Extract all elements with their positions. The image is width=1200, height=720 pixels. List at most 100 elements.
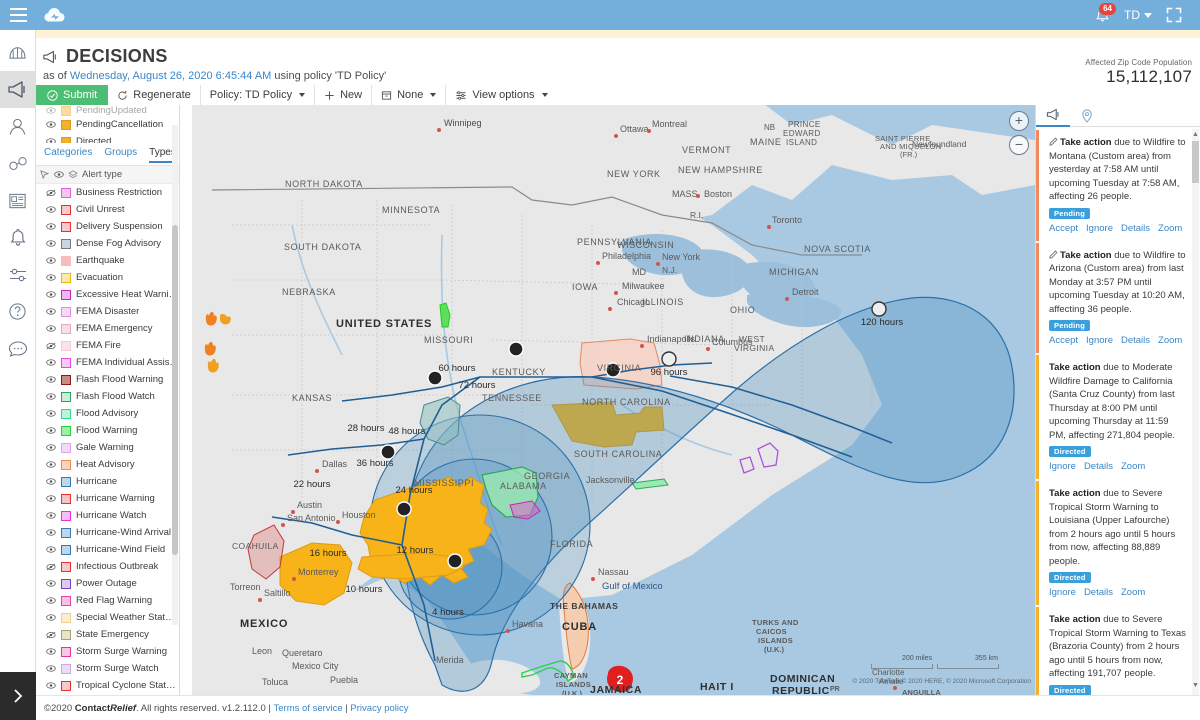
legend-item[interactable]: Hurricane-Wind Arrival: [36, 524, 179, 541]
eye-icon[interactable]: [46, 106, 56, 116]
legend-item[interactable]: Special Weather Statement: [36, 609, 179, 626]
map-canvas[interactable]: 2 4 hours 10 hours 12 hours 16 hours 22 …: [192, 105, 1035, 695]
decision-card[interactable]: Take action due to Wildfire to Montana (…: [1036, 130, 1200, 241]
action-zoom[interactable]: Zoom: [1121, 587, 1145, 598]
legend-item[interactable]: Power Outage: [36, 575, 179, 592]
decision-card[interactable]: Take action due to Severe Tropical Storm…: [1036, 481, 1200, 605]
legend-item[interactable]: Gale Warning: [36, 439, 179, 456]
eye-icon[interactable]: [46, 647, 56, 657]
decision-card[interactable]: Take action due to Wildfire to Arizona (…: [1036, 243, 1200, 354]
legend-tab-categories[interactable]: Categories: [44, 147, 92, 163]
rail-item-contacts[interactable]: [0, 108, 36, 145]
legend-group-header[interactable]: Alert type: [36, 166, 179, 184]
eye-icon[interactable]: [46, 137, 56, 144]
action-details[interactable]: Details: [1084, 587, 1113, 598]
eye-icon[interactable]: [46, 596, 56, 606]
action-ignore[interactable]: Ignore: [1086, 223, 1113, 234]
legend-item[interactable]: Flood Advisory: [36, 405, 179, 422]
fullscreen-button[interactable]: [1160, 2, 1188, 28]
eye-icon[interactable]: [46, 409, 56, 419]
zoom-out-button[interactable]: −: [1009, 135, 1029, 155]
rail-collapse-button[interactable]: [0, 672, 36, 720]
action-zoom[interactable]: Zoom: [1158, 223, 1182, 234]
eye-icon[interactable]: [46, 358, 56, 368]
eye-icon[interactable]: [46, 494, 56, 504]
eye-icon[interactable]: [46, 222, 56, 232]
eye-icon[interactable]: [46, 273, 56, 283]
legend-item[interactable]: Excessive Heat Warning: [36, 286, 179, 303]
eye-icon[interactable]: [46, 120, 56, 130]
rail-item-settings[interactable]: [0, 256, 36, 293]
rail-item-chat[interactable]: [0, 330, 36, 367]
terms-of-service-link[interactable]: Terms of service: [274, 703, 343, 714]
legend-item[interactable]: Flash Flood Watch: [36, 388, 179, 405]
submit-button[interactable]: Submit: [36, 85, 108, 105]
eye-off-icon[interactable]: [46, 188, 56, 198]
eye-icon[interactable]: [46, 579, 56, 589]
action-accept[interactable]: Accept: [1049, 335, 1078, 346]
legend-item[interactable]: Evacuation: [36, 269, 179, 286]
legend-item[interactable]: Dense Fog Advisory: [36, 235, 179, 252]
legend-item[interactable]: Tropical Cyclone Statement: [36, 677, 179, 694]
rail-item-connections[interactable]: [0, 145, 36, 182]
legend-item[interactable]: Hurricane-Wind Field: [36, 541, 179, 558]
action-details[interactable]: Details: [1121, 335, 1150, 346]
eye-icon[interactable]: [46, 681, 56, 691]
rail-item-decisions[interactable]: [0, 71, 36, 108]
legend-status-row[interactable]: PendingUpdated: [36, 105, 179, 116]
eye-icon[interactable]: [46, 290, 56, 300]
eye-off-icon[interactable]: [46, 630, 56, 640]
eye-icon[interactable]: [46, 664, 56, 674]
legend-item[interactable]: FEMA Individual Assistance: [36, 354, 179, 371]
legend-item[interactable]: Heat Advisory: [36, 456, 179, 473]
eye-icon[interactable]: [46, 613, 56, 623]
eye-icon[interactable]: [46, 239, 56, 249]
legend-item[interactable]: FEMA Disaster: [36, 303, 179, 320]
tab-decisions[interactable]: [1036, 105, 1070, 127]
regenerate-button[interactable]: Regenerate: [108, 85, 201, 105]
legend-tab-groups[interactable]: Groups: [104, 147, 137, 163]
legend-item[interactable]: Hurricane Warning: [36, 490, 179, 507]
rail-item-reports[interactable]: [0, 182, 36, 219]
scroll-down-arrow[interactable]: ▼: [1191, 682, 1200, 689]
panel-scrollbar-track[interactable]: [1192, 129, 1199, 695]
eye-icon[interactable]: [46, 443, 56, 453]
eye-icon[interactable]: [46, 528, 56, 538]
legend-item[interactable]: Storm Surge Warning: [36, 643, 179, 660]
eye-icon[interactable]: [46, 477, 56, 487]
action-details[interactable]: Details: [1121, 223, 1150, 234]
action-accept[interactable]: Accept: [1049, 223, 1078, 234]
eye-icon[interactable]: [46, 205, 56, 215]
eye-icon[interactable]: [46, 307, 56, 317]
user-menu-button[interactable]: TD: [1120, 8, 1156, 22]
legend-item[interactable]: Hurricane: [36, 473, 179, 490]
eye-icon[interactable]: [54, 170, 64, 180]
rail-item-alerts[interactable]: [0, 219, 36, 256]
legend-scrollbar-thumb[interactable]: [172, 225, 178, 555]
legend-item[interactable]: Flash Flood Warning: [36, 371, 179, 388]
legend-item[interactable]: Civil Unrest: [36, 201, 179, 218]
legend-item[interactable]: Earthquake: [36, 252, 179, 269]
rail-item-analytics[interactable]: [0, 34, 36, 71]
legend-item[interactable]: Infectious Outbreak: [36, 558, 179, 575]
eye-off-icon[interactable]: [46, 562, 56, 572]
legend-status-row[interactable]: PendingCancellation: [36, 116, 179, 133]
legend-item[interactable]: Storm Surge Watch: [36, 660, 179, 677]
decision-card[interactable]: Take action due to Severe Tropical Storm…: [1036, 607, 1200, 695]
hamburger-menu-button[interactable]: [0, 0, 36, 30]
action-zoom[interactable]: Zoom: [1121, 461, 1145, 472]
eye-icon[interactable]: [46, 375, 56, 385]
legend-item[interactable]: FEMA Emergency: [36, 320, 179, 337]
legend-item[interactable]: Red Flag Warning: [36, 592, 179, 609]
legend-status-row[interactable]: Directed: [36, 133, 179, 143]
legend-item[interactable]: State Emergency: [36, 626, 179, 643]
selection-dropdown[interactable]: None: [372, 85, 446, 105]
notifications-button[interactable]: 64: [1088, 2, 1116, 28]
legend-item[interactable]: Hurricane Watch: [36, 507, 179, 524]
legend-item[interactable]: Business Restriction: [36, 184, 179, 201]
privacy-policy-link[interactable]: Privacy policy: [350, 703, 408, 714]
view-options-dropdown[interactable]: View options: [446, 85, 556, 105]
panel-scrollbar-thumb[interactable]: [1192, 141, 1199, 183]
zoom-in-button[interactable]: +: [1009, 111, 1029, 131]
eye-icon[interactable]: [46, 511, 56, 521]
